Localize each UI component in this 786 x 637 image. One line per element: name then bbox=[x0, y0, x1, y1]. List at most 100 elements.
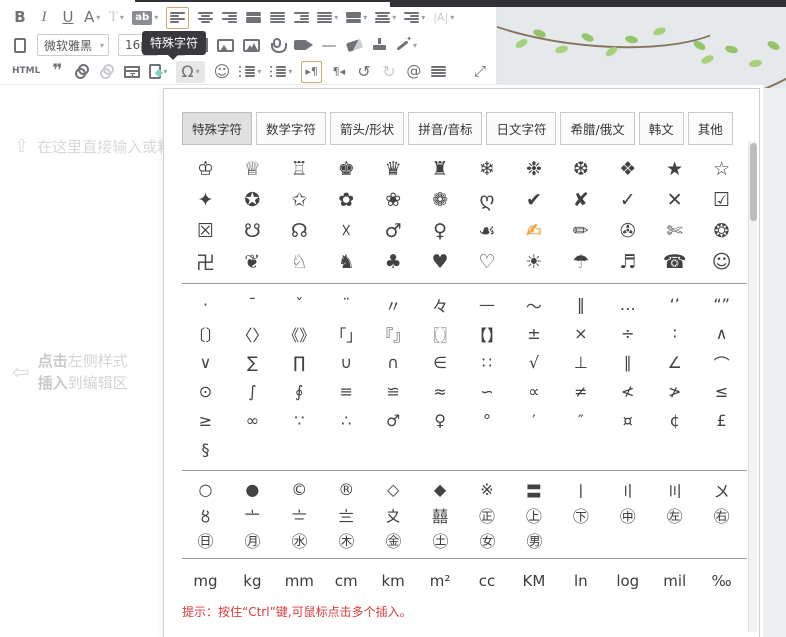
align-right-button[interactable] bbox=[221, 7, 237, 29]
char-cell[interactable]: 『』 bbox=[370, 319, 417, 348]
char-cell[interactable]: 〢 bbox=[604, 477, 651, 502]
char-cell[interactable]: 《》 bbox=[276, 319, 323, 348]
char-cell[interactable]: ≥ bbox=[182, 406, 229, 435]
char-cell[interactable]: ∠ bbox=[651, 348, 698, 377]
char-cell[interactable]: ❦ bbox=[229, 246, 276, 277]
fullscreen-button[interactable]: ⤢ bbox=[472, 61, 488, 83]
char-cell[interactable]: ♛ bbox=[370, 153, 417, 184]
char-cell[interactable]: £ bbox=[698, 406, 745, 435]
char-cell[interactable]: § bbox=[182, 435, 229, 464]
char-cell[interactable]: 〨 bbox=[323, 502, 370, 527]
format-brush-button[interactable] bbox=[371, 34, 387, 56]
char-cell[interactable]: ㊎ bbox=[370, 527, 417, 552]
char-cell[interactable]: ¤ bbox=[604, 406, 651, 435]
char-cell[interactable]: ☓ bbox=[323, 215, 370, 246]
char-cell[interactable]: KM bbox=[510, 565, 557, 597]
char-cell[interactable]: ♀ bbox=[417, 406, 464, 435]
char-cell[interactable]: ☂ bbox=[557, 246, 604, 277]
char-cell[interactable]: ☀ bbox=[510, 246, 557, 277]
char-cell[interactable]: 〣 bbox=[651, 477, 698, 502]
align-left-button[interactable] bbox=[166, 7, 189, 29]
char-cell[interactable]: ✿ bbox=[323, 184, 370, 215]
char-cell[interactable]: 「」 bbox=[323, 319, 370, 348]
char-cell[interactable]: km bbox=[370, 565, 417, 597]
char-cell[interactable]: ∵ bbox=[276, 406, 323, 435]
char-cell[interactable]: ∫ bbox=[229, 377, 276, 406]
char-cell[interactable]: mg bbox=[182, 565, 229, 597]
char-cell[interactable]: ˉ bbox=[229, 290, 276, 319]
char-cell[interactable]: · bbox=[182, 290, 229, 319]
char-cell[interactable]: 〖〗 bbox=[417, 319, 464, 348]
char-cell[interactable]: kg bbox=[229, 565, 276, 597]
scrollbar-thumb[interactable] bbox=[750, 143, 757, 221]
tab-korean[interactable]: 韩文 bbox=[639, 112, 684, 145]
char-cell[interactable]: ∏ bbox=[276, 348, 323, 377]
mention-button[interactable]: @ bbox=[406, 61, 422, 83]
dialog-scrollbar[interactable] bbox=[748, 141, 757, 632]
char-cell[interactable]: ‰ bbox=[698, 565, 745, 597]
char-cell[interactable]: ✪ bbox=[229, 184, 276, 215]
char-cell[interactable]: ♥ bbox=[417, 246, 464, 277]
char-cell[interactable]: 〩 bbox=[370, 502, 417, 527]
char-cell[interactable]: ln bbox=[557, 565, 604, 597]
char-cell[interactable]: ∶ bbox=[651, 319, 698, 348]
char-cell[interactable]: ㊊ bbox=[229, 527, 276, 552]
char-cell[interactable]: ÷ bbox=[604, 319, 651, 348]
char-cell[interactable]: ☋ bbox=[229, 215, 276, 246]
rtl-paragraph-button[interactable]: ¶◂ bbox=[331, 61, 347, 83]
char-cell[interactable]: 〃 bbox=[370, 290, 417, 319]
char-cell[interactable]: ∪ bbox=[323, 348, 370, 377]
insert-table-button[interactable] bbox=[124, 61, 140, 83]
char-cell[interactable]: 々 bbox=[417, 290, 464, 319]
indent-button[interactable] bbox=[293, 7, 309, 29]
emoji-button[interactable]: ☺ bbox=[214, 61, 231, 83]
record-audio-button[interactable] bbox=[269, 34, 285, 56]
char-cell[interactable]: ✘ bbox=[557, 184, 604, 215]
magic-tools-button[interactable]: ▾ bbox=[396, 34, 417, 56]
char-cell[interactable]: 〦 bbox=[229, 502, 276, 527]
char-cell[interactable]: m² bbox=[417, 565, 464, 597]
font-color-button[interactable]: A▾ bbox=[84, 7, 100, 29]
char-cell[interactable]: ∞ bbox=[229, 406, 276, 435]
insert-link-button[interactable] bbox=[74, 61, 90, 83]
char-cell[interactable]: ✄ bbox=[651, 215, 698, 246]
char-cell[interactable]: ☺ bbox=[698, 246, 745, 277]
char-cell[interactable]: … bbox=[604, 290, 651, 319]
char-cell[interactable]: ♡ bbox=[464, 246, 511, 277]
char-cell[interactable]: ㊧ bbox=[651, 502, 698, 527]
char-cell[interactable]: ± bbox=[510, 319, 557, 348]
char-cell[interactable]: ♘ bbox=[276, 246, 323, 277]
char-cell[interactable]: ✦ bbox=[182, 184, 229, 215]
char-cell[interactable]: ☊ bbox=[276, 215, 323, 246]
char-cell[interactable]: ♞ bbox=[323, 246, 370, 277]
char-cell[interactable]: 〈〉 bbox=[229, 319, 276, 348]
char-cell[interactable]: ∑ bbox=[229, 348, 276, 377]
char-cell[interactable]: ≈ bbox=[417, 377, 464, 406]
tab-others[interactable]: 其他 bbox=[688, 112, 733, 145]
char-cell[interactable]: ✍ bbox=[510, 215, 557, 246]
char-cell[interactable]: ≡ bbox=[323, 377, 370, 406]
tab-pinyin-phonetic[interactable]: 拼音/音标 bbox=[408, 112, 482, 145]
tab-arrows-shapes[interactable]: 箭头/形状 bbox=[330, 112, 404, 145]
char-cell[interactable]: ❄ bbox=[464, 153, 511, 184]
char-cell[interactable]: ❁ bbox=[417, 184, 464, 215]
char-cell[interactable]: ′ bbox=[510, 406, 557, 435]
char-cell[interactable]: 〓 bbox=[510, 477, 557, 502]
char-cell[interactable]: 卍 bbox=[182, 246, 229, 277]
char-cell[interactable]: “” bbox=[698, 290, 745, 319]
char-cell[interactable]: 〧 bbox=[276, 502, 323, 527]
char-cell[interactable]: ㊛ bbox=[464, 527, 511, 552]
line-height-button[interactable]: ▾ bbox=[375, 7, 396, 29]
char-cell[interactable]: mil bbox=[651, 565, 698, 597]
char-cell[interactable]: ㊌ bbox=[276, 527, 323, 552]
char-cell[interactable]: ∷ bbox=[464, 348, 511, 377]
char-cell[interactable]: ㊏ bbox=[417, 527, 464, 552]
char-cell[interactable]: √ bbox=[510, 348, 557, 377]
char-cell[interactable]: ㊐ bbox=[182, 527, 229, 552]
char-cell[interactable]: ∽ bbox=[464, 377, 511, 406]
char-cell[interactable]: cc bbox=[464, 565, 511, 597]
char-cell[interactable]: ☎ bbox=[651, 246, 698, 277]
char-cell[interactable]: ㊣ bbox=[464, 502, 511, 527]
char-cell[interactable]: ♕ bbox=[229, 153, 276, 184]
char-cell[interactable]: ㊍ bbox=[323, 527, 370, 552]
